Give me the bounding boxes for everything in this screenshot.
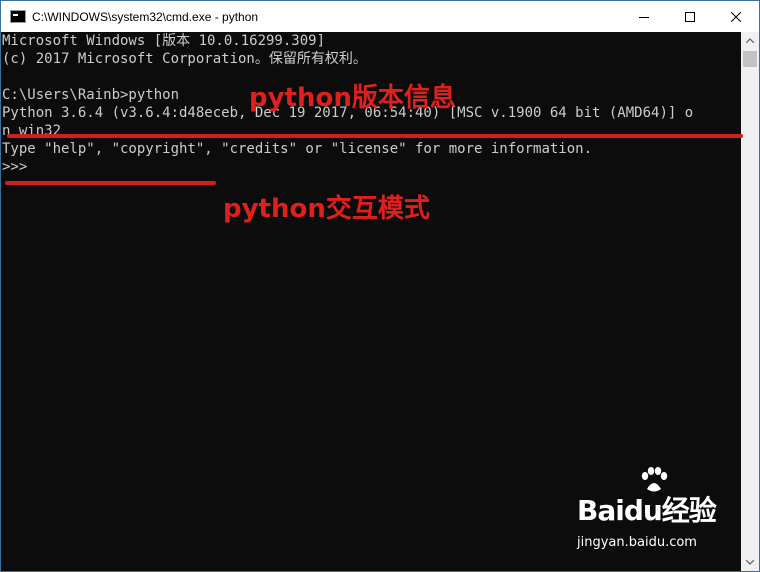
close-icon	[731, 11, 741, 22]
title-bar[interactable]: C:\WINDOWS\system32\cmd.exe - python	[1, 1, 759, 32]
chevron-up-icon	[746, 38, 754, 43]
maximize-icon	[685, 11, 695, 22]
annotation-underline-version	[7, 134, 743, 138]
annotation-version-info: python版本信息	[249, 83, 456, 113]
scroll-up-button[interactable]	[741, 32, 759, 49]
console-line: (c) 2017 Microsoft Corporation。保留所有权利。	[2, 51, 367, 67]
cmd-icon[interactable]	[10, 10, 26, 23]
annotation-interactive-mode: python交互模式	[223, 194, 430, 224]
window-controls	[621, 1, 759, 32]
minimize-icon	[639, 16, 649, 18]
close-button[interactable]	[713, 1, 759, 32]
scrollbar-thumb[interactable]	[743, 51, 757, 67]
chevron-down-icon	[746, 560, 754, 565]
console-line: Microsoft Windows [版本 10.0.16299.309]	[2, 33, 326, 49]
console-line: Type "help", "copyright", "credits" or "…	[2, 141, 593, 157]
cmd-window: C:\WINDOWS\system32\cmd.exe - python Mic…	[0, 0, 760, 572]
vertical-scrollbar[interactable]	[741, 32, 759, 571]
watermark-logo: Baidu经验	[577, 494, 717, 527]
window-title: C:\WINDOWS\system32\cmd.exe - python	[32, 9, 259, 24]
console-prompt: >>>	[2, 159, 28, 175]
baidu-watermark: Baidu经验 jingyan.baidu.com	[577, 467, 717, 559]
minimize-button[interactable]	[621, 1, 667, 32]
watermark-url: jingyan.baidu.com	[577, 535, 697, 550]
scroll-down-button[interactable]	[741, 554, 759, 571]
maximize-button[interactable]	[667, 1, 713, 32]
annotation-underline-prompt	[5, 181, 216, 185]
